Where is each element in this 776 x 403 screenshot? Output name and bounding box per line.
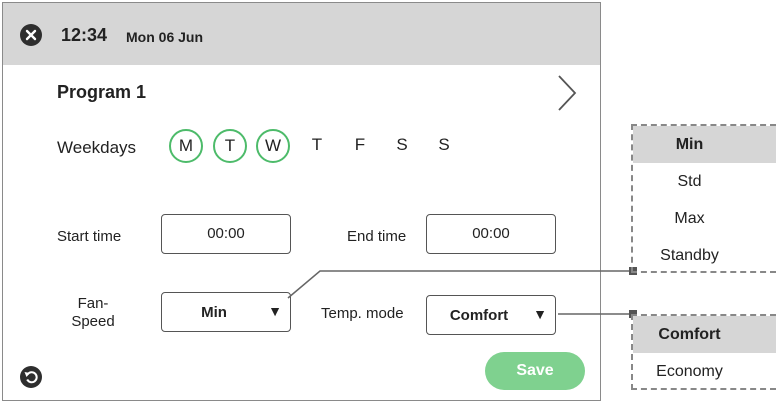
clock-time: 12:34 [61, 25, 108, 45]
temp-mode-label: Temp. mode [321, 305, 404, 322]
end-time-label: End time [347, 228, 407, 245]
program-title: Program 1 [57, 82, 147, 102]
temp-option-comfort[interactable]: Comfort [633, 316, 776, 353]
temp-mode-options-callout: Comfort Economy [631, 314, 776, 390]
day-toggle-sunday[interactable]: S [427, 129, 461, 163]
header-bar: 12:34 Mon 06 Jun [3, 3, 600, 65]
start-time-label: Start time [57, 228, 122, 245]
fan-option-max[interactable]: Max [633, 200, 776, 237]
temp-option-economy[interactable]: Economy [633, 353, 776, 390]
caret-down-icon: ▼ [533, 306, 547, 322]
fan-option-min[interactable]: Min [633, 126, 776, 163]
end-time-input[interactable]: 00:00 [426, 214, 556, 254]
temp-mode-value: Comfort [449, 307, 509, 324]
day-toggle-thursday[interactable]: T [300, 129, 334, 163]
fan-speed-label-line1: Fan- [77, 295, 109, 312]
day-toggle-friday[interactable]: F [343, 129, 377, 163]
fan-option-standby[interactable]: Standby [633, 237, 776, 274]
close-icon [25, 29, 37, 41]
day-toggle-wednesday[interactable]: W [256, 129, 290, 163]
start-time-input[interactable]: 00:00 [161, 214, 291, 254]
fan-speed-label-line2: Speed [71, 313, 115, 330]
fan-speed-select[interactable]: Min ▼ [161, 292, 291, 332]
back-arrow-icon [20, 366, 42, 388]
program-panel: 12:34 Mon 06 Jun Program 1 Weekdays M T … [2, 2, 601, 401]
weekdays-label: Weekdays [57, 138, 137, 157]
back-button[interactable] [19, 365, 43, 389]
day-toggle-saturday[interactable]: S [385, 129, 419, 163]
fan-option-std[interactable]: Std [633, 163, 776, 200]
chevron-right-icon [558, 75, 577, 111]
next-program-button[interactable] [555, 73, 579, 113]
fan-speed-value: Min [201, 304, 227, 321]
caret-down-icon: ▼ [268, 303, 282, 319]
clock-date: Mon 06 Jun [126, 29, 204, 45]
fan-speed-options-callout: Min Std Max Standby [631, 124, 776, 273]
day-toggle-monday[interactable]: M [169, 129, 203, 163]
save-button[interactable]: Save [485, 352, 585, 390]
close-button[interactable] [20, 24, 42, 46]
temp-mode-select[interactable]: Comfort ▼ [426, 295, 556, 335]
fan-speed-label: Fan- Speed [63, 295, 123, 331]
day-toggle-tuesday[interactable]: T [213, 129, 247, 163]
